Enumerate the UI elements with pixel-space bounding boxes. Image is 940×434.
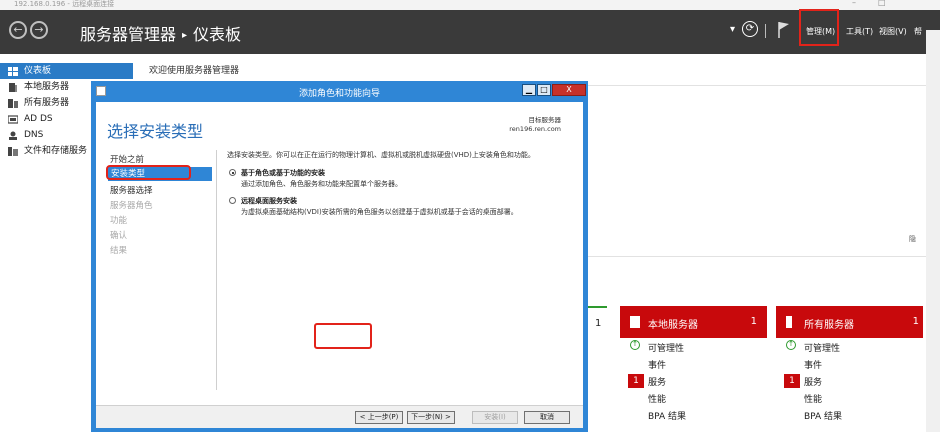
remote-desktop-option-title[interactable]: 远程桌面服务安装 [241, 196, 297, 206]
tile-title: 所有服务器 [804, 320, 854, 331]
next-button-highlight [314, 323, 372, 349]
ad-icon [8, 115, 18, 124]
sidebar-item-dashboard[interactable]: 仪表板 [0, 63, 133, 79]
current-step-highlight [106, 165, 191, 180]
status-badge: 1 [628, 374, 644, 388]
step-features: 功能 [110, 216, 128, 226]
breadcrumb-current: 仪表板 [193, 25, 242, 44]
servers-icon [8, 99, 18, 108]
previous-button[interactable]: < 上一步(P) [355, 411, 403, 424]
wizard-steps: 开始之前 安装类型 服务器选择 服务器角色 功能 确认 结果 [96, 150, 216, 390]
wizard-page-title: 选择安装类型 [107, 122, 204, 141]
local-server-tile[interactable]: 本地服务器 1 ↑ 可管理性 事件 1 服务 性能 BPA 结果 [620, 306, 767, 432]
tile-row-label: 性能 [804, 395, 823, 405]
forward-arrow-icon: → [34, 23, 44, 36]
notifications-flag-icon[interactable] [778, 21, 790, 39]
wizard-footer: < 上一步(P) 下一步(N) > 安装(I) 取消 [96, 405, 583, 428]
sidebar-item-label: 所有服务器 [24, 98, 70, 108]
dialog-close-button[interactable]: X [552, 84, 586, 96]
tile-row-label: 服务 [804, 378, 823, 388]
add-roles-wizard-dialog: 添加角色和功能向导 ▁ □ X 选择安装类型 目标服务器 ren196.ren.… [91, 81, 588, 432]
rdp-minimize-button[interactable]: – [852, 0, 856, 7]
back-arrow-icon: ← [13, 23, 23, 36]
tile-header[interactable]: 本地服务器 1 [620, 306, 767, 338]
tile-row-label: BPA 结果 [648, 412, 687, 422]
breadcrumb-root[interactable]: 服务器管理器 [80, 25, 176, 44]
sidebar-item-label: AD DS [24, 114, 53, 124]
welcome-heading: 欢迎使用服务器管理器 [149, 66, 240, 76]
role-based-radio[interactable] [229, 169, 236, 176]
dialog-maximize-button[interactable]: □ [537, 84, 551, 96]
install-button: 安装(I) [472, 411, 518, 424]
remote-desktop-option-desc: 为虚拟桌面基础结构(VDI)安装所需的角色服务以创建基于虚拟机或基于会话的桌面部… [241, 208, 518, 216]
hide-welcome-link[interactable]: 隐 [909, 234, 916, 244]
intro-text: 选择安装类型。你可以在正在运行的物理计算机、虚拟机或脱机虚拟硬盘(VHD)上安装… [227, 151, 535, 159]
dialog-minimize-button[interactable]: ▁ [522, 84, 536, 96]
destination-server: 目标服务器 ren196.ren.com [509, 116, 561, 134]
server-icon [9, 83, 17, 92]
dialog-title: 添加角色和功能向导 [298, 89, 380, 99]
tile-header[interactable]: 所有服务器 1 [776, 306, 923, 338]
dashboard-icon [8, 67, 18, 76]
rdp-maximize-button[interactable]: □ [878, 0, 886, 7]
back-button[interactable]: ← [9, 21, 27, 39]
step-before-you-begin[interactable]: 开始之前 [110, 153, 144, 165]
next-button[interactable]: 下一步(N) > [407, 411, 455, 424]
header-divider [765, 24, 766, 38]
step-server-selection[interactable]: 服务器选择 [110, 184, 153, 196]
help-menu[interactable]: 帮 [914, 26, 922, 37]
sidebar-item-label: 仪表板 [24, 66, 52, 76]
status-ok-icon: ↑ [786, 340, 796, 350]
step-server-roles: 服务器角色 [110, 201, 153, 211]
remote-desktop-title: 192.168.0.196 - 远程桌面连接 [14, 0, 115, 8]
main-scrollbar[interactable] [926, 30, 940, 432]
steps-divider [216, 150, 217, 390]
server-icon [630, 316, 640, 328]
role-based-option-desc: 通过添加角色、角色服务和功能来配置单个服务器。 [241, 180, 402, 188]
storage-icon [8, 147, 18, 156]
status-ok-icon: ↑ [630, 340, 640, 350]
dialog-titlebar[interactable]: 添加角色和功能向导 ▁ □ X [91, 81, 588, 101]
view-menu[interactable]: 视图(V) [879, 26, 907, 37]
step-confirmation: 确认 [110, 231, 128, 241]
destination-server-name: ren196.ren.com [509, 125, 561, 133]
dropdown-icon[interactable]: ▾ [730, 24, 735, 35]
tile-row-label: 事件 [648, 361, 667, 371]
role-based-option-title[interactable]: 基于角色或基于功能的安装 [241, 168, 325, 178]
refresh-icon[interactable]: ⟳ [742, 21, 758, 37]
servers-icon [786, 316, 792, 328]
breadcrumb-separator-icon: ▸ [182, 30, 188, 41]
tile-row-label: BPA 结果 [804, 412, 843, 422]
tile-row-label: 可管理性 [648, 344, 685, 354]
forward-button[interactable]: → [30, 21, 48, 39]
tile-row-label: 事件 [804, 361, 823, 371]
manage-menu-highlight [799, 9, 839, 46]
status-badge: 1 [784, 374, 800, 388]
tile-row-label: 可管理性 [804, 344, 841, 354]
sidebar-item-label: DNS [24, 130, 44, 140]
breadcrumb: 服务器管理器 ▸ 仪表板 [80, 21, 241, 45]
destination-label: 目标服务器 [528, 116, 562, 124]
all-servers-tile[interactable]: 所有服务器 1 ↑ 可管理性 事件 1 服务 性能 BPA 结果 [776, 306, 923, 432]
dialog-body: 选择安装类型 目标服务器 ren196.ren.com 开始之前 安装类型 服务… [96, 102, 583, 428]
sidebar-item-label: 文件和存储服务 [24, 146, 88, 156]
tile-row-label: 服务 [648, 378, 667, 388]
tile-count: 1 [595, 318, 602, 329]
tile-count: 1 [912, 316, 919, 327]
sidebar-item-label: 本地服务器 [24, 82, 70, 92]
tile-title: 本地服务器 [648, 320, 698, 331]
cancel-button[interactable]: 取消 [524, 411, 570, 424]
step-results: 结果 [110, 246, 128, 256]
tile-count: 1 [750, 316, 757, 327]
tile-row-label: 性能 [648, 395, 667, 405]
dns-icon [9, 131, 17, 140]
remote-desktop-radio[interactable] [229, 197, 236, 204]
tools-menu[interactable]: 工具(T) [846, 26, 873, 37]
